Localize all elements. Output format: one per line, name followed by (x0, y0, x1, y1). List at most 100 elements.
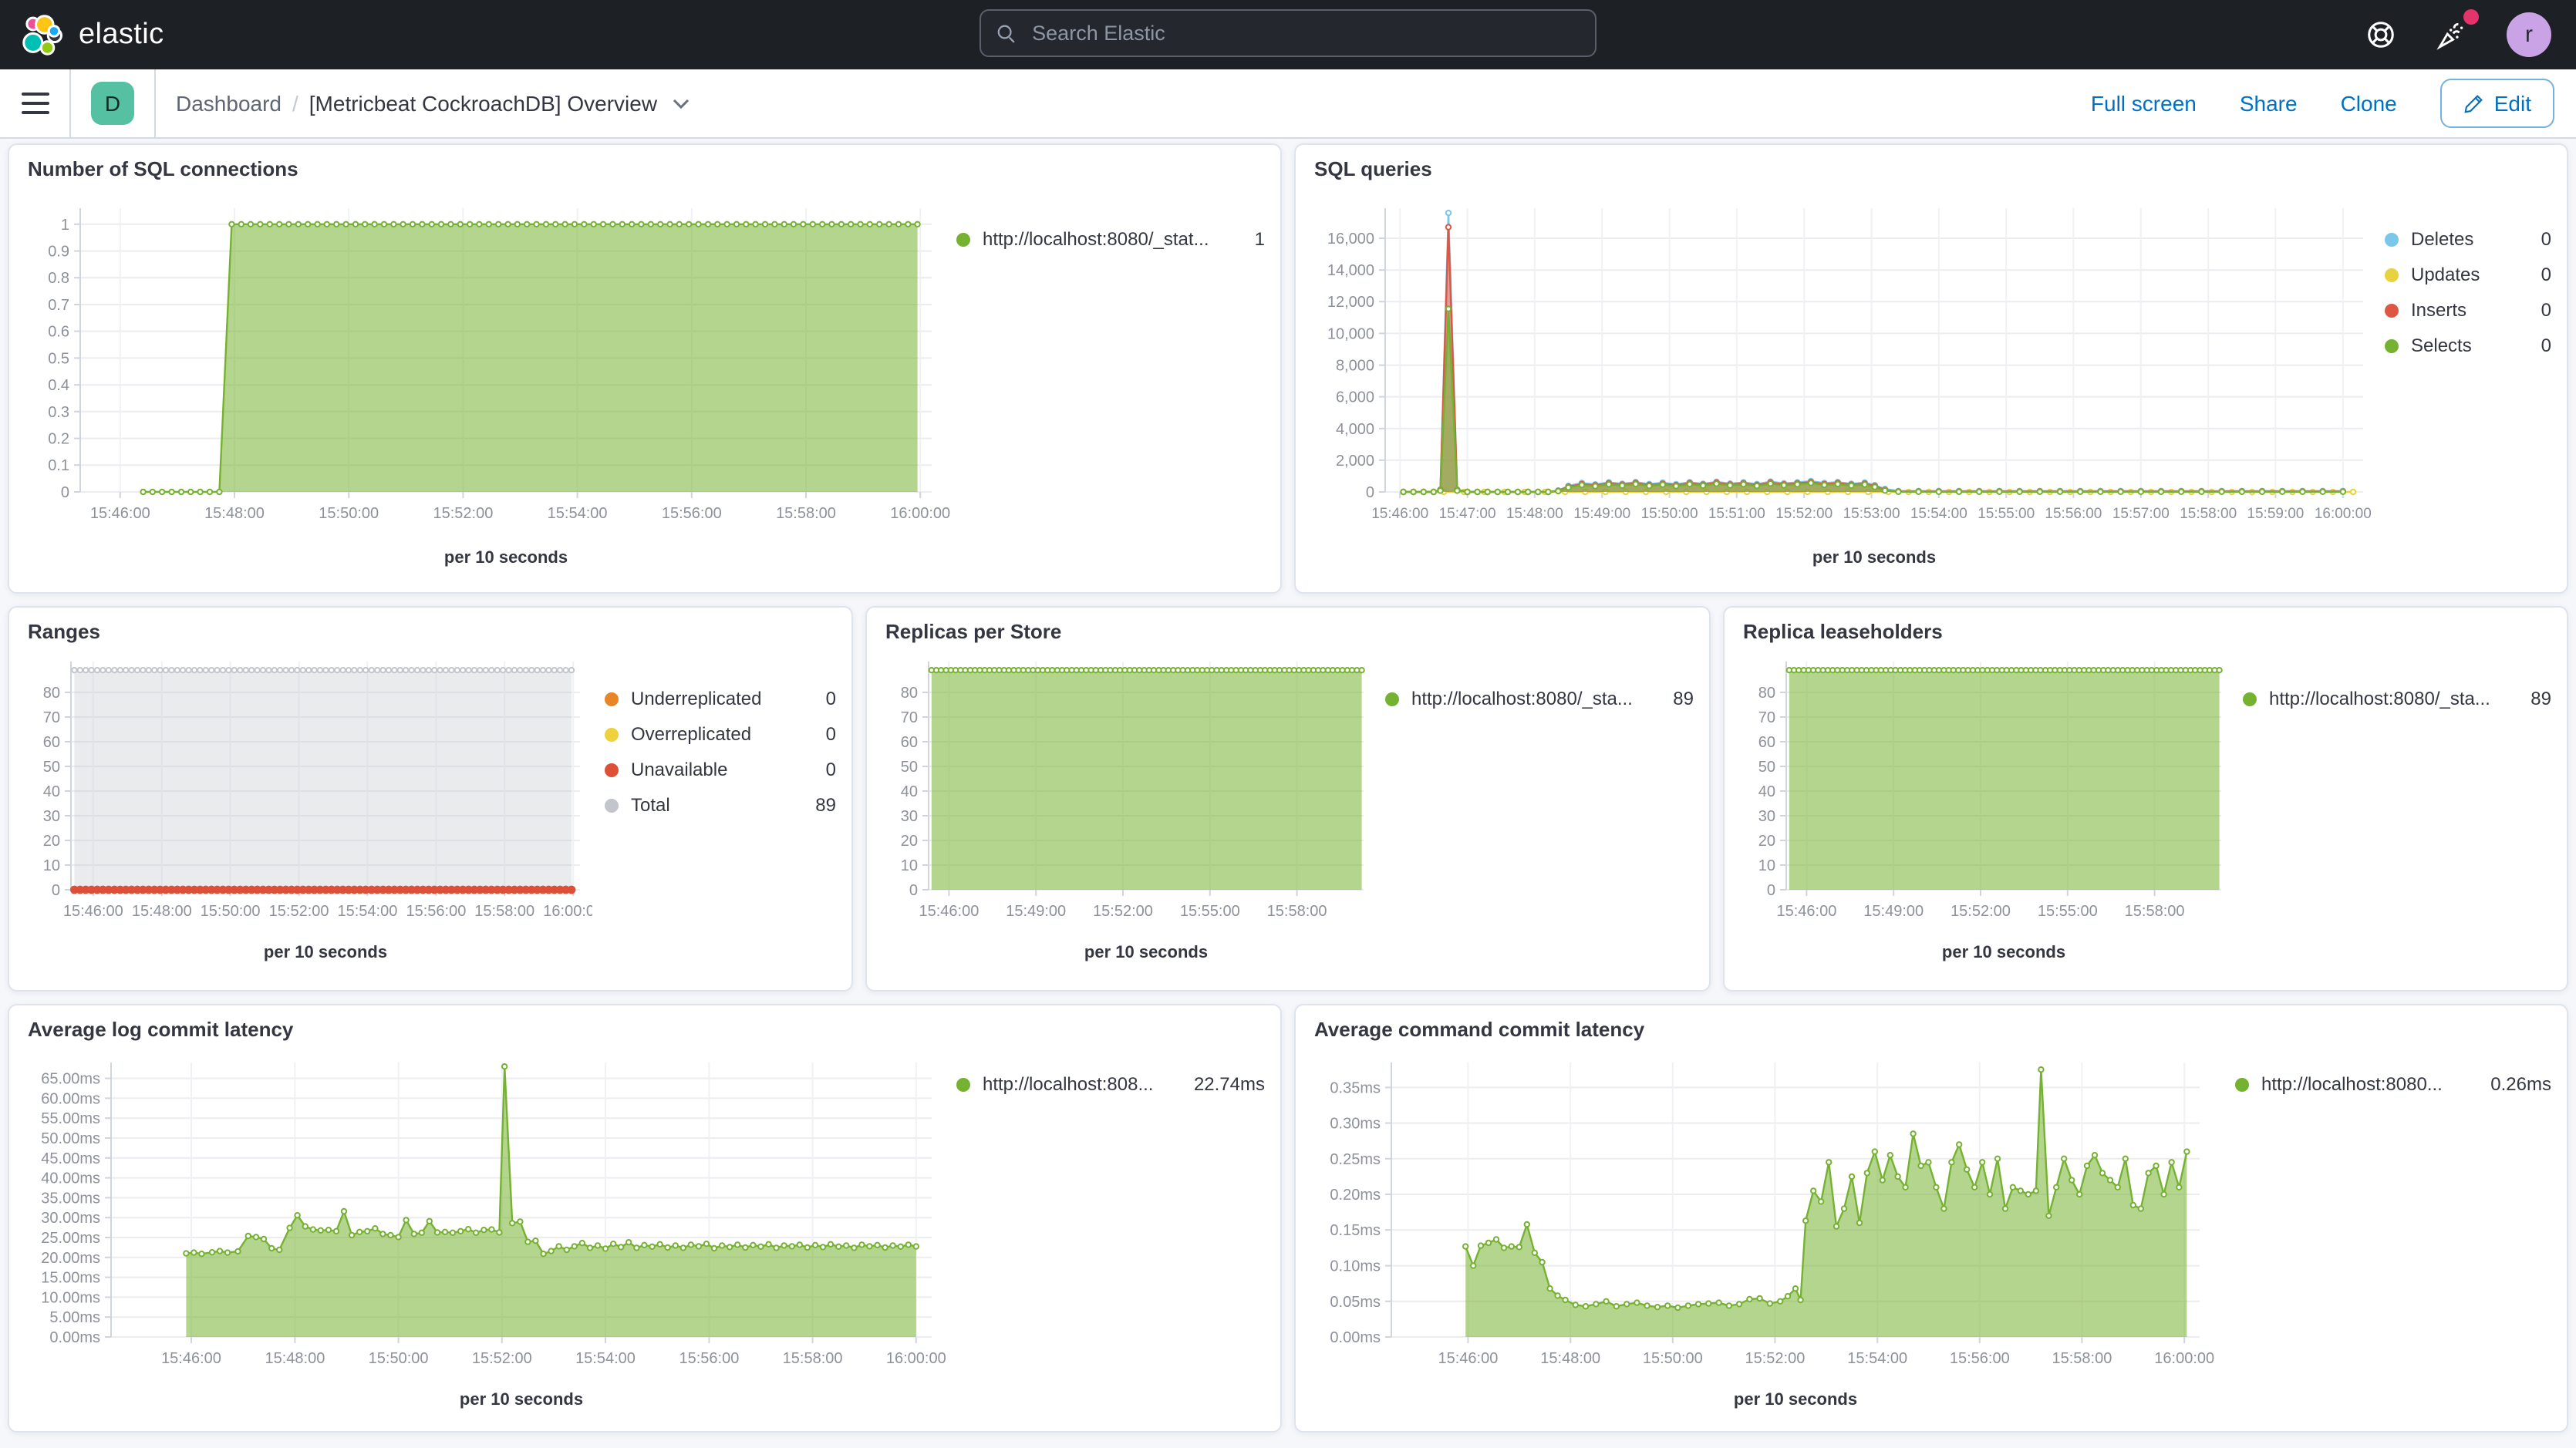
svg-text:0.2: 0.2 (48, 431, 69, 448)
svg-text:30: 30 (43, 808, 60, 825)
svg-text:50: 50 (1758, 759, 1775, 776)
svg-text:15:46:00: 15:46:00 (63, 903, 123, 920)
svg-text:10: 10 (901, 857, 918, 874)
panel-average-log-commit-latency: Average log commit latency 0.00ms5.00ms1… (8, 1004, 1282, 1433)
svg-text:0: 0 (1366, 484, 1374, 501)
svg-text:15:56:00: 15:56:00 (679, 1350, 739, 1367)
svg-text:40: 40 (901, 783, 918, 800)
svg-text:15:58:00: 15:58:00 (776, 505, 836, 522)
elastic-logo-icon (19, 12, 65, 58)
svg-text:0: 0 (52, 882, 60, 899)
legend-label: http://localhost:8080/_stat... (983, 228, 1242, 250)
search-input[interactable] (1029, 20, 1580, 46)
title-menu-button[interactable] (673, 98, 690, 109)
legend-value: 0 (2541, 228, 2551, 250)
breadcrumb-separator: / (292, 91, 298, 116)
legend-item-underreplicated[interactable]: Underreplicated0 (605, 688, 836, 709)
svg-text:per 10 seconds: per 10 seconds (1942, 942, 2065, 961)
svg-text:15:55:00: 15:55:00 (2038, 903, 2098, 920)
panel-average-command-commit-latency: Average command commit latency 0.00ms0.0… (1294, 1004, 2568, 1433)
global-search[interactable] (979, 9, 1597, 57)
svg-text:0.00ms: 0.00ms (49, 1329, 100, 1346)
panel-replica-leaseholders: Replica leaseholders 0102030405060708015… (1723, 606, 2568, 992)
breadcrumb-dashboard-link[interactable]: Dashboard (176, 91, 282, 116)
legend-item-http-localhost-8080-sta-[interactable]: http://localhost:8080/_sta...89 (1385, 688, 1694, 709)
svg-text:15:57:00: 15:57:00 (2112, 506, 2170, 522)
panel-ranges: Ranges 0102030405060708015:46:0015:48:00… (8, 606, 853, 992)
svg-text:15:52:00: 15:52:00 (1093, 903, 1153, 920)
svg-text:65.00ms: 65.00ms (41, 1071, 100, 1088)
clone-button[interactable]: Clone (2341, 91, 2397, 116)
svg-text:15:52:00: 15:52:00 (1775, 506, 1833, 522)
notification-dot (2463, 9, 2479, 25)
svg-text:0.15ms: 0.15ms (1330, 1222, 1381, 1239)
svg-text:15:49:00: 15:49:00 (1863, 903, 1924, 920)
help-button[interactable] (2365, 19, 2397, 51)
svg-text:80: 80 (43, 685, 60, 702)
svg-text:16,000: 16,000 (1327, 231, 1374, 248)
legend-item-total[interactable]: Total89 (605, 794, 836, 816)
svg-text:16:00:00: 16:00:00 (890, 505, 950, 522)
legend-item-inserts[interactable]: Inserts0 (2385, 299, 2551, 321)
legend-label: http://localhost:8080... (2261, 1073, 2478, 1095)
legend-label: http://localhost:8080/_sta... (1411, 688, 1661, 709)
svg-text:50: 50 (43, 759, 60, 776)
chevron-down-icon (673, 98, 690, 109)
legend-item-http-localhost-8080-[interactable]: http://localhost:8080...0.26ms (2235, 1073, 2551, 1095)
legend-value: 0 (2541, 299, 2551, 321)
dashboard-grid: Number of SQL connections 00.10.20.30.40… (0, 139, 2576, 1433)
replica_leaseholders-plot: 0102030405060708015:46:0015:49:0015:52:0… (1740, 649, 2230, 970)
svg-text:15.00ms: 15.00ms (41, 1270, 100, 1287)
page-title: [Metricbeat CockroachDB] Overview (309, 91, 657, 116)
legend-item-unavailable[interactable]: Unavailable0 (605, 759, 836, 780)
svg-text:40: 40 (43, 783, 60, 800)
svg-text:15:49:00: 15:49:00 (1573, 506, 1630, 522)
legend-item-overreplicated[interactable]: Overreplicated0 (605, 723, 836, 745)
svg-text:15:58:00: 15:58:00 (2052, 1350, 2112, 1367)
search-icon (996, 22, 1017, 44)
pencil-icon (2463, 93, 2483, 113)
svg-text:15:50:00: 15:50:00 (1643, 1350, 1703, 1367)
ranges-chart: 0102030405060708015:46:0015:48:0015:50:0… (25, 649, 605, 978)
legend-item-http-localhost-8080-stat-[interactable]: http://localhost:8080/_stat...1 (956, 228, 1265, 250)
legend-dot (605, 798, 619, 812)
sql_queries-plot: 02,0004,0006,0008,00010,00012,00014,0001… (1311, 187, 2375, 575)
svg-text:15:52:00: 15:52:00 (1951, 903, 2011, 920)
divider (154, 69, 156, 138)
legend-item-http-localhost-8080-sta-[interactable]: http://localhost:8080/_sta...89 (2243, 688, 2551, 709)
edit-button[interactable]: Edit (2440, 79, 2554, 128)
svg-text:0: 0 (1767, 882, 1775, 899)
legend-label: http://localhost:808... (983, 1073, 1182, 1095)
svg-text:15:54:00: 15:54:00 (548, 505, 608, 522)
elastic-logo[interactable]: elastic (0, 12, 164, 58)
legend-dot (2385, 232, 2399, 246)
legend-item-http-localhost-808-[interactable]: http://localhost:808...22.74ms (956, 1073, 1265, 1095)
panel-title: Ranges (28, 620, 605, 643)
legend-label: Overreplicated (631, 723, 814, 745)
dashboard-toolbar: D Dashboard / [Metricbeat CockroachDB] O… (0, 69, 2576, 139)
legend-item-selects[interactable]: Selects0 (2385, 335, 2551, 356)
svg-text:0.9: 0.9 (48, 244, 69, 261)
svg-text:15:58:00: 15:58:00 (1267, 903, 1327, 920)
full-screen-button[interactable]: Full screen (2091, 91, 2197, 116)
svg-text:30: 30 (1758, 808, 1775, 825)
svg-text:15:47:00: 15:47:00 (1439, 506, 1496, 522)
svg-text:15:58:00: 15:58:00 (474, 903, 534, 920)
whats-new-button[interactable] (2434, 17, 2470, 52)
svg-text:2,000: 2,000 (1336, 453, 1374, 470)
svg-text:0.7: 0.7 (48, 297, 69, 314)
share-button[interactable]: Share (2240, 91, 2298, 116)
svg-text:15:58:00: 15:58:00 (783, 1350, 843, 1367)
menu-toggle-button[interactable] (22, 93, 49, 114)
svg-text:0.10ms: 0.10ms (1330, 1258, 1381, 1275)
legend-dot (956, 1077, 970, 1091)
user-avatar[interactable]: r (2507, 12, 2551, 57)
legend-item-deletes[interactable]: Deletes0 (2385, 228, 2551, 250)
svg-text:0.5: 0.5 (48, 350, 69, 367)
svg-text:15:58:00: 15:58:00 (2125, 903, 2185, 920)
svg-text:4,000: 4,000 (1336, 421, 1374, 438)
svg-text:5.00ms: 5.00ms (49, 1309, 100, 1326)
space-badge[interactable]: D (91, 82, 134, 125)
svg-text:16:00:00: 16:00:00 (543, 903, 592, 920)
legend-item-updates[interactable]: Updates0 (2385, 264, 2551, 285)
